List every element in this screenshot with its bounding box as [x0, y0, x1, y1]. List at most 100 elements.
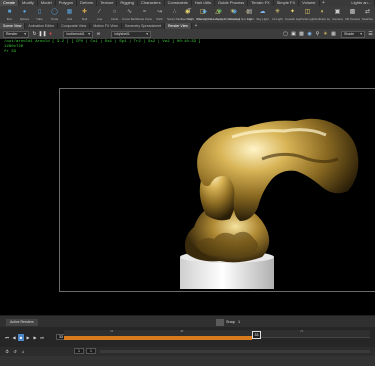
line-tool-button[interactable]: ∕ Line — [92, 6, 107, 23]
grid-toggle-icon[interactable]: ▦ — [330, 31, 337, 38]
tick-label: 72 — [300, 329, 304, 333]
audio-icon[interactable]: ♫ — [20, 348, 26, 355]
search-icon[interactable]: ⚲ — [314, 31, 321, 38]
tool-label: Tube — [36, 17, 43, 21]
line-icon: ∕ — [98, 8, 100, 15]
tool-label: Spot Light — [180, 17, 195, 21]
null-tool-button[interactable]: ✚ Null — [77, 6, 92, 23]
area-light-button[interactable]: ▢ Area Light — [195, 6, 210, 23]
tool-label: Switcher — [361, 17, 374, 21]
tube-icon: ▯ — [37, 9, 42, 15]
chevron-down-icon: ▾ — [360, 31, 362, 36]
tool-label: Curve Bezier — [122, 17, 137, 21]
camera-button[interactable]: ▣ Camera — [330, 6, 345, 23]
caustic-light-icon: ✦ — [289, 9, 296, 15]
link-icon[interactable]: ∞ — [95, 31, 102, 38]
fit-icon[interactable]: ▢ — [282, 31, 289, 38]
sphere-tool-button[interactable]: ● Sphere — [17, 6, 32, 23]
render-button[interactable]: Render ▾ — [3, 30, 29, 38]
ambient-light-button[interactable]: ◐ Ambient Light — [315, 6, 330, 23]
tool-label: GI Light — [272, 17, 283, 21]
tube-tool-button[interactable]: ▯ Tube — [32, 6, 47, 23]
env-light-icon: ☼ — [244, 8, 251, 15]
camera-icon: ▣ — [334, 9, 341, 15]
region-icon[interactable]: ▣ — [290, 31, 297, 38]
camera-dropdown[interactable]: /out/arnold1 ▾ — [63, 30, 93, 38]
ambient-light-icon: ◐ — [320, 8, 325, 15]
path-icon: ↝ — [156, 9, 163, 15]
snap-toggle[interactable] — [216, 319, 224, 326]
status-footer — [0, 356, 375, 366]
area-light-icon: ▢ — [199, 9, 206, 15]
portal-light-button[interactable]: ◫ Portal Light — [300, 6, 315, 23]
play-icon[interactable]: ▶ — [25, 334, 31, 341]
pause-icon[interactable]: ❚❚ — [38, 31, 46, 38]
step-back-icon[interactable]: ◀ — [11, 334, 17, 341]
tool-label: Camera — [332, 17, 343, 21]
timeline-played-range — [64, 336, 252, 340]
vr-camera-button[interactable]: ▩ VR Camera — [345, 6, 360, 23]
tool-label: Path — [156, 17, 163, 21]
tab-active-renders[interactable]: Active Renders — [6, 319, 38, 326]
sky-light-icon: ☁ — [259, 9, 266, 15]
vr-camera-icon: ▩ — [349, 9, 356, 15]
snapshot-icon[interactable]: ▩ — [298, 31, 305, 38]
shelf-tools: ■ Box ● Sphere ▯ Tube ◯ Torus ▦ Grid ✚ Null ∕ L… — [0, 6, 375, 23]
stop-icon[interactable]: ● — [47, 31, 54, 38]
circle-icon: ○ — [112, 8, 117, 15]
null-icon: ✚ — [81, 9, 88, 15]
tool-label: Ambient Light — [315, 17, 330, 21]
tool-label: Null — [81, 17, 88, 21]
box-icon: ■ — [7, 8, 12, 15]
timeline: ⏮ ◀ ■ ▶ ▶ ⏭ 33 24 48 72 33 — [0, 327, 375, 347]
chevron-down-icon: ▾ — [88, 31, 90, 36]
realtime-toggle-icon[interactable]: ⏱ — [4, 348, 10, 355]
torus-icon: ◯ — [51, 9, 58, 15]
options-icon[interactable]: ☰ — [367, 31, 374, 38]
chevron-down-icon: ▾ — [146, 31, 148, 36]
color-picker-icon[interactable]: ◉ — [306, 31, 313, 38]
refresh-icon[interactable]: ↻ — [31, 31, 38, 38]
portal-light-icon: ◫ — [304, 9, 311, 15]
tool-label: Draw Curve — [137, 17, 152, 21]
sky-light-button[interactable]: ☁ Sky Light — [255, 6, 270, 23]
gi-light-button[interactable]: ✳ GI Light — [270, 6, 285, 23]
geometry-light-button[interactable]: △ Geometry Light — [210, 6, 225, 23]
grid-icon: ▦ — [66, 9, 73, 15]
timeline-current-marker[interactable]: 33 — [252, 331, 261, 339]
tool-label: Circle — [110, 17, 119, 21]
torus-tool-button[interactable]: ◯ Torus — [47, 6, 62, 23]
tool-label: Portal Light — [300, 17, 315, 21]
jump-end-icon[interactable]: ⏭ — [39, 334, 45, 341]
step-forward-icon[interactable]: ▶ — [32, 334, 38, 341]
circle-tool-button[interactable]: ○ Circle — [107, 6, 122, 23]
switcher-button[interactable]: ⇄ Switcher — [360, 6, 375, 23]
output-dropdown[interactable]: /obj/shell1 ▾ — [111, 30, 151, 38]
tool-label: Caustic Light — [285, 17, 300, 21]
spray-paint-icon: ∴ — [172, 9, 177, 15]
curve-bezier-tool-button[interactable]: ∿ Curve Bezier — [122, 6, 137, 23]
sphere-icon: ● — [22, 8, 27, 15]
volume-light-button[interactable]: ☀ Volume Light — [225, 6, 240, 23]
range-slider[interactable] — [100, 350, 370, 353]
light-icon[interactable]: ☀ — [322, 31, 329, 38]
env-light-button[interactable]: ☼ Env Light — [240, 6, 255, 23]
shade-dropdown[interactable]: Shade ▾ — [341, 30, 365, 38]
snap-value[interactable]: 1 — [238, 319, 240, 326]
draw-curve-tool-button[interactable]: ≈ Draw Curve — [137, 6, 152, 23]
range-start-field[interactable]: 1 — [74, 348, 84, 354]
lights-shelf: ◉Spot Light ▢Area Light △Geometry Light … — [180, 6, 375, 23]
spot-light-button[interactable]: ◉ Spot Light — [180, 6, 195, 23]
box-tool-button[interactable]: ■ Box — [2, 6, 17, 23]
grid-tool-button[interactable]: ▦ Grid — [62, 6, 77, 23]
loop-icon[interactable]: ↺ — [12, 348, 18, 355]
caustic-light-button[interactable]: ✦ Caustic Light — [285, 6, 300, 23]
render-viewport[interactable]: /out/arnold1 Arnold [ 3.2 ] [ CPU | Cs1 … — [0, 39, 375, 315]
frame-range-bar: ⏱ ↺ ♫ 1 1 — [0, 347, 375, 356]
tick-label: 48 — [180, 329, 184, 333]
jump-start-icon[interactable]: ⏮ — [4, 334, 10, 341]
range-end-field[interactable]: 1 — [86, 348, 96, 354]
tick-label: 24 — [110, 329, 114, 333]
stop-icon[interactable]: ■ — [18, 333, 24, 341]
path-tool-button[interactable]: ↝ Path — [152, 6, 167, 23]
